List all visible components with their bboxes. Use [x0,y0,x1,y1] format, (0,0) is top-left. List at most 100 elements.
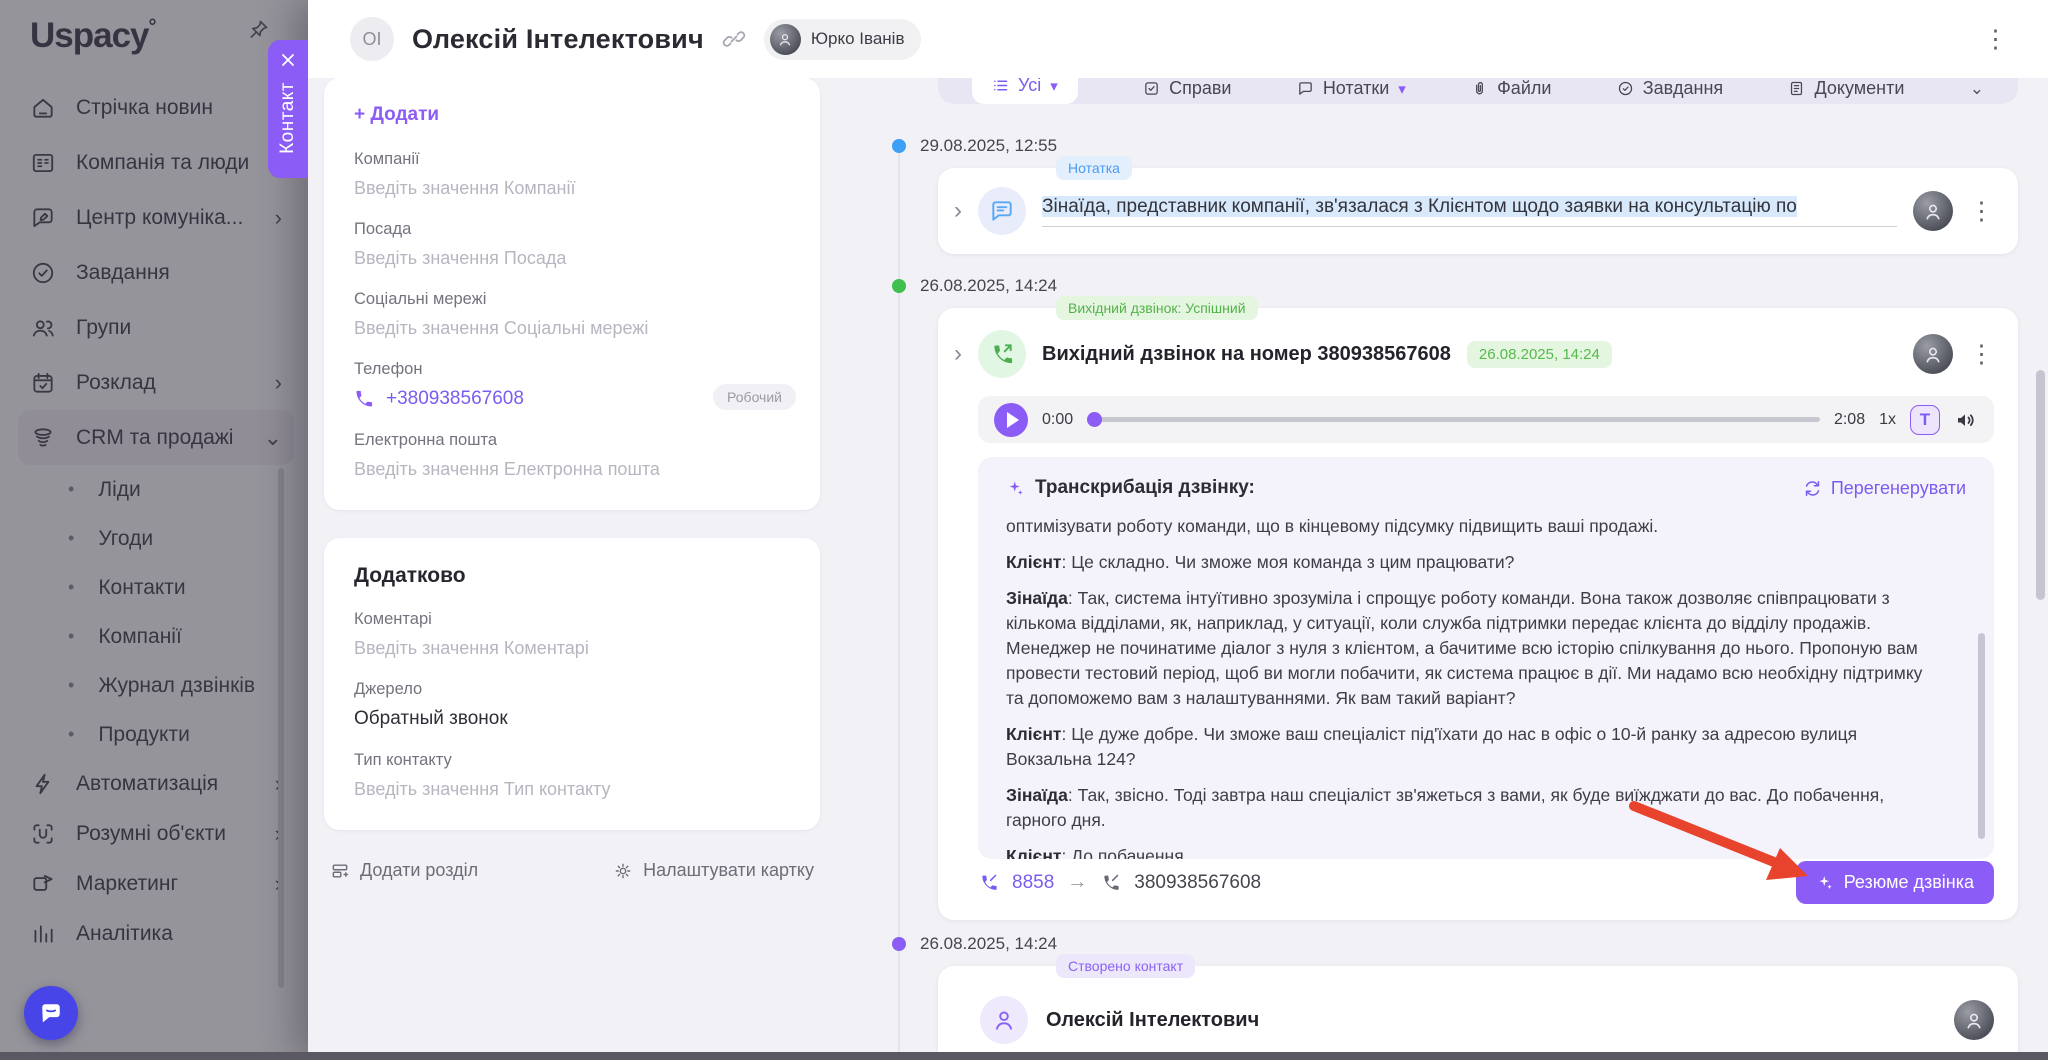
field-position: Посада Введіть значення Посада [354,220,790,269]
comments-input[interactable]: Введіть значення Коментарі [354,638,790,659]
app-screen: Uspacy Стрічка новин Компанія та люди Це… [0,0,2048,1060]
chevron-down-icon [1050,78,1058,96]
total-time: 2:08 [1834,411,1865,429]
expand-chevron-icon[interactable] [954,342,962,366]
field-comments: Коментарі Введіть значення Коментарі [354,610,790,659]
position-input[interactable]: Введіть значення Посада [354,248,790,269]
tab-all[interactable]: Усі [972,78,1078,104]
field-phone: Телефон +380938567608 Робочий [354,360,790,410]
tabs-overflow-chevron[interactable] [1970,79,1984,104]
contact-initials-avatar: ОІ [350,17,394,61]
play-button[interactable] [994,403,1028,437]
modal-scrim [0,0,308,1060]
expand-chevron-icon[interactable] [954,199,962,223]
list-icon [992,78,1009,94]
created-contact-name: Олексій Інтелектович [1046,1009,1259,1032]
add-section-icon [330,861,350,881]
sparkle-icon [1006,479,1025,498]
responsible-user-name: Юрко Іванів [811,29,905,49]
add-field-button[interactable]: + Додати [354,104,790,126]
responsible-user-chip[interactable]: Юрко Іванів [764,19,921,60]
timeline-dot-purple [892,937,906,951]
field-social: Соціальні мережі Введіть значення Соціал… [354,290,790,339]
source-value[interactable]: Обратный звонок [354,708,790,730]
tab-files[interactable]: Файли [1471,78,1551,104]
call-status-chip: Вихідний дзвінок: Успішний [1056,296,1258,320]
timeline-dot-green [892,279,906,293]
contact-header: ОІ Олексій Інтелектович Юрко Іванів [308,0,2048,78]
playback-speed[interactable]: 1x [1879,411,1896,429]
call-date-chip: 26.08.2025, 14:24 [1467,341,1612,368]
call-from-number[interactable]: 8858 [1012,872,1054,894]
extra-card-title: Додатково [354,564,790,588]
extra-fields-card: Додатково Коментарі Введіть значення Ком… [324,538,820,830]
tab-notes[interactable]: Нотатки [1297,78,1406,104]
paperclip-icon [1471,80,1488,97]
link-icon[interactable] [722,27,746,51]
tab-documents[interactable]: Документи [1788,78,1904,104]
outgoing-phone-icon [978,872,999,893]
created-chip: Створено контакт [1056,954,1195,978]
call-transcript-panel: Транскрибація дзвінку: Перегенерувати оп… [978,457,1994,859]
note-text-input[interactable]: Зінаїда, представник компанії, зв'язалас… [1042,196,1897,227]
chat-icon [37,999,65,1027]
person-icon [980,996,1028,1044]
avatar [1913,334,1953,374]
transcript-title-row: Транскрибація дзвінку: [1006,477,1255,499]
note-card: Нотатка Зінаїда, представник компанії, з… [938,168,2018,254]
chevron-down-icon [1398,78,1406,99]
call-to-number: 380938567608 [1134,872,1261,894]
document-icon [1788,80,1805,97]
header-more-menu[interactable] [1983,27,2008,52]
page-scrollbar[interactable] [2036,370,2045,600]
timeline-tabs: Усі Справи Нотатки Файли [938,78,2018,104]
seek-slider[interactable] [1087,417,1820,422]
regenerate-transcript-button[interactable]: Перегенерувати [1803,478,1966,499]
audio-player: 0:00 2:08 1x T [978,396,1994,443]
slideover-tab-label: Контакт [277,82,299,154]
entry-date-row: 26.08.2025, 14:24 [890,276,2020,296]
call-footer-row: 8858 → 380938567608 Резюме дзвінка [978,861,1994,904]
volume-icon[interactable] [1954,408,1978,432]
transcript-toggle-button[interactable]: T [1910,405,1940,435]
timeline-entry-note: 29.08.2025, 12:55 Нотатка Зінаїда, предс… [890,136,2020,254]
add-section-button[interactable]: Додати розділ [330,860,478,881]
call-more-menu[interactable] [1969,342,1994,367]
social-input[interactable]: Введіть значення Соціальні мережі [354,318,790,339]
card-actions-row: Додати розділ Налаштувати картку [324,860,820,881]
timeline-column: Усі Справи Нотатки Файли [890,78,2020,1060]
refresh-icon [1803,479,1822,498]
phone-number-link[interactable]: +380938567608 [386,388,524,410]
slider-thumb[interactable] [1087,412,1102,427]
incoming-phone-icon [1100,872,1121,893]
annotation-arrow [1616,792,1836,902]
avatar [770,24,801,55]
close-icon[interactable] [278,50,298,70]
outgoing-call-icon [978,330,1026,378]
support-chat-fab[interactable] [24,986,78,1040]
avatar [1954,1000,1994,1040]
email-input[interactable]: Введіть значення Електронна пошта [354,459,790,480]
note-chip: Нотатка [1056,156,1132,180]
gear-icon [613,861,633,881]
transcript-scrollbar[interactable] [1978,633,1985,839]
bottom-edge [0,1052,2048,1060]
contact-slideover-tab[interactable]: Контакт [268,40,308,178]
tab-tasks[interactable]: Завдання [1617,78,1723,104]
phone-type-tag[interactable]: Робочий [713,384,796,410]
contact-type-input[interactable]: Введіть значення Тип контакту [354,779,790,800]
call-card: Вихідний дзвінок: Успішний Вихідний дзві… [938,308,2018,920]
tab-activities[interactable]: Справи [1143,78,1231,104]
field-source: Джерело Обратный звонок [354,680,790,730]
configure-card-button[interactable]: Налаштувати картку [613,860,814,881]
field-company: Компанії Введіть значення Компанії [354,150,790,199]
clock-check-icon [1617,80,1634,97]
arrow-right-icon: → [1067,871,1087,894]
note-bubble-icon [978,187,1026,235]
page-title: Олексій Інтелектович [412,24,704,55]
note-more-menu[interactable] [1969,199,1994,224]
field-contact-type: Тип контакту Введіть значення Тип контак… [354,751,790,800]
field-email: Електронна пошта Введіть значення Електр… [354,431,790,480]
company-input[interactable]: Введіть значення Компанії [354,178,790,199]
main-fields-card: + Додати Компанії Введіть значення Компа… [324,78,820,510]
